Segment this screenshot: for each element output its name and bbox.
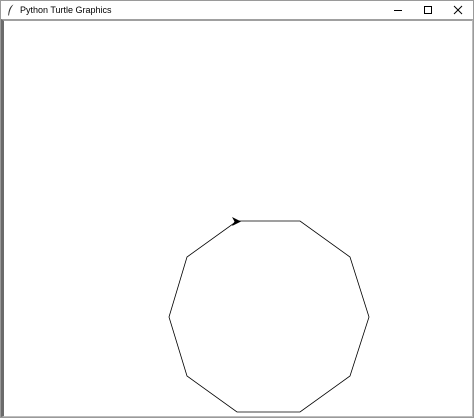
maximize-button[interactable] bbox=[413, 1, 443, 19]
close-button[interactable] bbox=[443, 1, 473, 19]
turtle-arrow-icon bbox=[232, 217, 241, 226]
turtle-window: Python Turtle Graphics bbox=[0, 0, 474, 418]
turtle-canvas[interactable] bbox=[1, 19, 473, 417]
feather-icon bbox=[6, 4, 16, 16]
close-icon bbox=[453, 5, 463, 15]
window-title: Python Turtle Graphics bbox=[20, 5, 112, 15]
drawing-surface bbox=[168, 217, 370, 413]
decagon-path bbox=[168, 220, 370, 413]
minimize-icon bbox=[394, 10, 402, 11]
title-bar[interactable]: Python Turtle Graphics bbox=[1, 1, 473, 19]
maximize-icon bbox=[424, 6, 432, 14]
window-controls bbox=[383, 1, 473, 19]
minimize-button[interactable] bbox=[383, 1, 413, 19]
